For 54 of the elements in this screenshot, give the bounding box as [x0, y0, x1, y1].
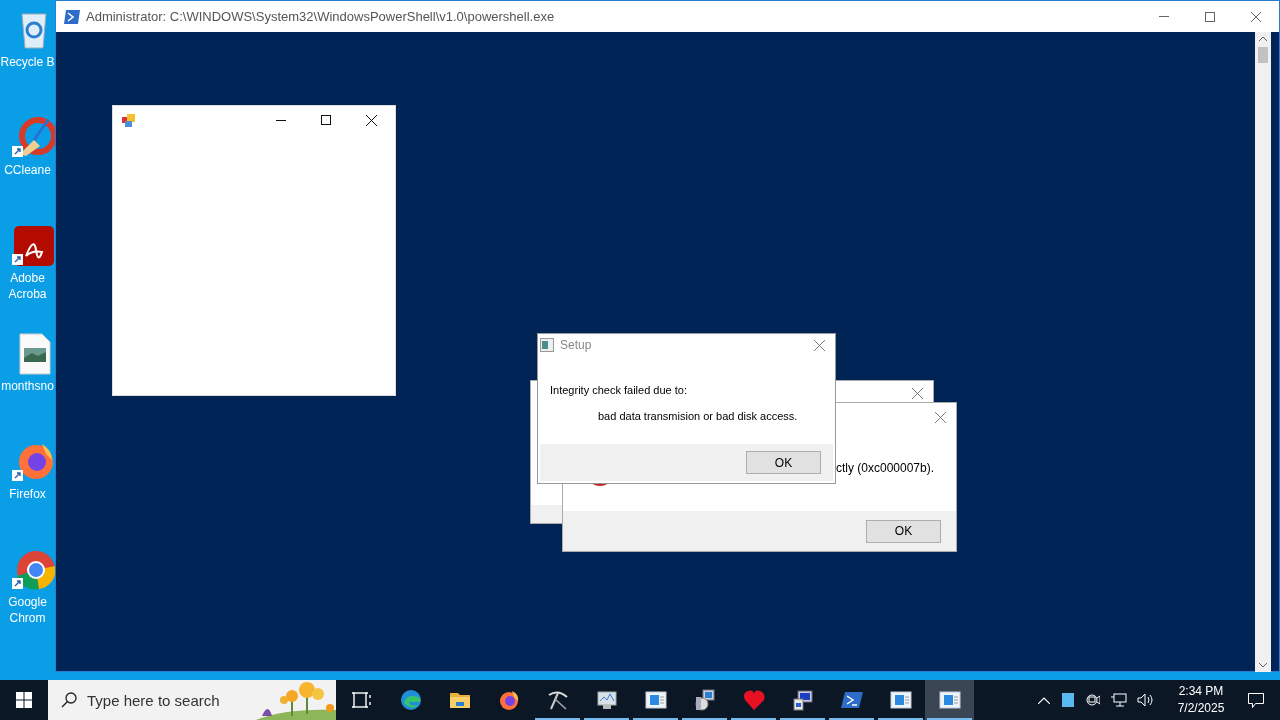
desktop-icon-label[interactable]: Recycle B: [0, 54, 55, 70]
ok-button[interactable]: OK: [746, 451, 821, 474]
close-icon[interactable]: [935, 411, 946, 423]
close-icon: [1251, 11, 1261, 22]
app-icon: [122, 113, 135, 127]
desktop-icon-label[interactable]: monthsno: [0, 378, 55, 394]
window-icon: [938, 689, 961, 711]
heart-icon: [742, 689, 765, 711]
terminal-icon: [64, 9, 80, 24]
edge-icon: [399, 689, 422, 711]
app-icon: [540, 338, 554, 352]
minimize-icon: [1159, 16, 1169, 17]
desktop-icon-label[interactable]: Google Chrom: [0, 594, 55, 626]
pdf-icon[interactable]: [12, 224, 55, 268]
clock-time: 2:34 PM: [1178, 683, 1224, 700]
maximize-icon: [320, 115, 331, 125]
scroll-thumb[interactable]: [1258, 47, 1268, 63]
task-view-icon: [350, 689, 373, 711]
dialog-message: bad data transmision or bad disk access.: [598, 409, 798, 424]
window-icon: [644, 689, 667, 711]
search-icon: [61, 692, 77, 708]
chevron-up-icon[interactable]: [1038, 696, 1050, 704]
monitor-icon: [595, 689, 618, 711]
broom-icon[interactable]: [12, 116, 55, 160]
pickaxe-icon: [546, 689, 569, 711]
terminal-icon: [840, 689, 863, 711]
dialog-title: Setup: [560, 337, 592, 354]
webcam-icon[interactable]: [1086, 693, 1100, 707]
chrome-icon[interactable]: [12, 548, 55, 592]
message-icon: [1248, 692, 1264, 708]
speaker-icon[interactable]: [1137, 693, 1153, 707]
clock[interactable]: 2:34 PM 7/2/2025: [1170, 683, 1232, 717]
maximize-icon: [1205, 11, 1215, 22]
desktop-icon-label[interactable]: CCleane: [0, 162, 55, 178]
taskbar-app[interactable]: [925, 680, 974, 720]
close-icon[interactable]: [814, 339, 825, 351]
scrollbar[interactable]: [1255, 32, 1271, 672]
desktop-icon-label[interactable]: Firefox: [0, 486, 55, 502]
window-title: Administrator: C:\WINDOWS\System32\WindowsPowerShell\v1.0\powershell.exe: [86, 7, 555, 26]
close-icon[interactable]: [912, 387, 923, 399]
desktop-icon-label[interactable]: Adobe Acroba: [0, 270, 55, 302]
error-message: ctly (0xc000007b).: [836, 460, 935, 477]
network-icon[interactable]: [1111, 693, 1127, 707]
scroll-down-icon[interactable]: [1259, 663, 1267, 668]
window-icon: [889, 689, 912, 711]
close-icon: [366, 114, 377, 126]
minimize-icon: [275, 119, 286, 121]
clock-date: 7/2/2025: [1177, 700, 1225, 717]
ok-button[interactable]: OK: [866, 519, 941, 543]
scroll-up-icon[interactable]: [1259, 36, 1267, 41]
dialog-message: Integrity check failed due to:: [550, 383, 687, 398]
computer-icon: [791, 689, 814, 711]
firefox-icon: [497, 689, 520, 711]
windows-icon: [16, 692, 32, 708]
